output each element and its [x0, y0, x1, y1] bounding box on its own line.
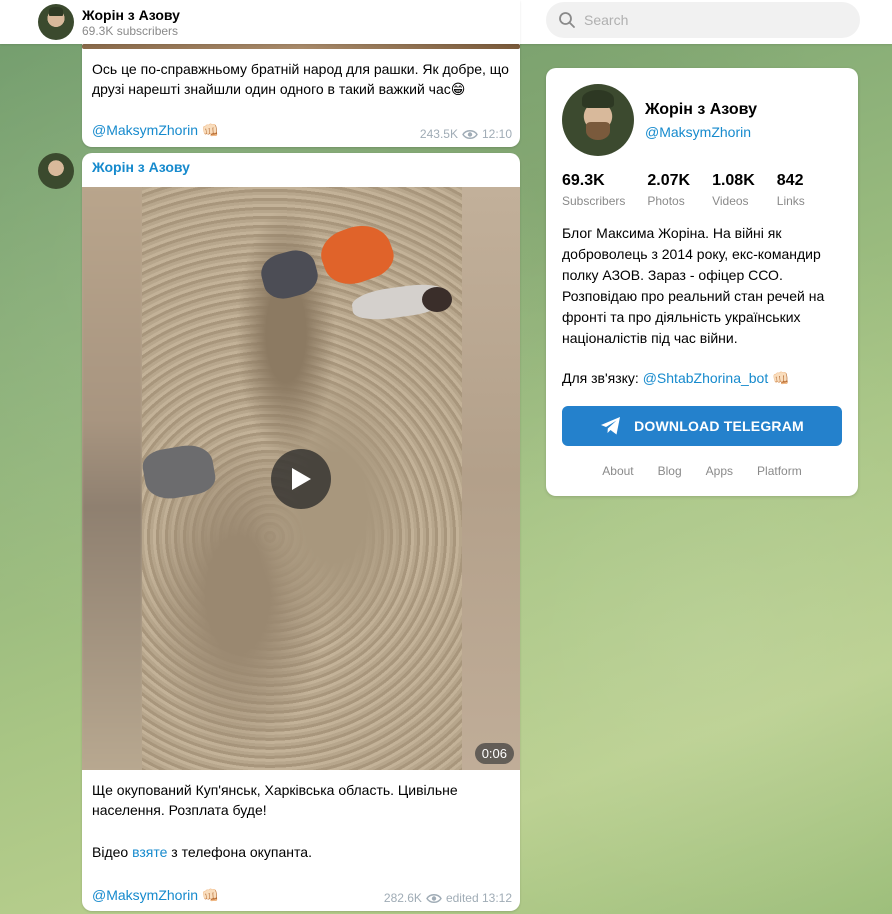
message-2-line-1: Ще окупований Куп'янськ, Харківська обла…: [92, 782, 458, 798]
message-1: Ось це по-справжньому братній народ для …: [82, 30, 520, 147]
footer-link-platform[interactable]: Platform: [757, 464, 802, 478]
message-2-line-3-start: Відео: [92, 844, 133, 860]
author-avatar[interactable]: [38, 153, 74, 189]
message-2-time: edited 13:12: [445, 891, 512, 905]
message-1-line-2: друзі нарешті знайшли один одного в таки…: [92, 81, 466, 97]
video-duration: 0:06: [474, 743, 514, 764]
message-2-meta: 282.6K edited 13:12: [384, 891, 512, 905]
telegram-icon: [601, 417, 621, 435]
description-line: Розповідаю про реальний стан речей на: [562, 288, 825, 304]
channel-description: Блог Максима Жоріна. На війні як доброво…: [562, 223, 846, 349]
message-1-text: Ось це по-справжньому братній народ для …: [82, 59, 519, 99]
video-blur-right: [462, 187, 520, 770]
message-2-views: 282.6K: [383, 891, 422, 905]
footer-link-blog[interactable]: Blog: [658, 464, 682, 478]
avatar-cap: [582, 90, 614, 108]
stat-label: Videos: [712, 194, 749, 208]
stat-value: 1.08K: [712, 172, 755, 189]
video-figure-hair: [422, 287, 452, 312]
contact-line: Для зв'язку: @ShtabZhorina_bot 👊🏻: [562, 370, 790, 387]
stat-value: 842: [776, 172, 804, 189]
message-2-text: Ще окупований Куп'янськ, Харківська обла…: [82, 780, 520, 862]
footer-link-apps[interactable]: Apps: [706, 464, 733, 478]
stat-label: Links: [776, 194, 805, 208]
stat-links[interactable]: 842 Links: [777, 172, 805, 208]
play-icon: [292, 468, 311, 490]
video-source-link[interactable]: взяте: [132, 844, 167, 860]
footer-link-about[interactable]: About: [602, 464, 633, 478]
contact-label: Для зв'язку:: [562, 370, 643, 386]
media-strip: [82, 44, 520, 49]
channel-stats: 69.3K Subscribers 2.07K Photos 1.08K Vid…: [562, 172, 827, 208]
contact-bot-link[interactable]: @ShtabZhorina_bot 👊🏻: [643, 370, 790, 386]
video-figure-orange: [314, 216, 400, 293]
footer-links: About Blog Apps Platform: [546, 464, 858, 478]
message-2-line-3-end: з телефона окупанта.: [167, 844, 312, 860]
search-box[interactable]: [546, 2, 860, 38]
stat-label: Subscribers: [562, 194, 626, 208]
description-line: Блог Максима Жоріна. На війні як: [562, 225, 782, 241]
header-text: Жорін з Азову 69.3K subscribers: [82, 7, 180, 38]
header-subscribers: 69.3K subscribers: [82, 23, 179, 38]
eye-icon: [426, 893, 442, 903]
description-line: полку АЗОВ. Зараз - офіцер ССО.: [562, 267, 783, 283]
stat-value: 2.07K: [647, 172, 691, 189]
message-1-time: 12:10: [481, 127, 512, 141]
channel-header[interactable]: Жорін з Азову 69.3K subscribers: [0, 0, 520, 44]
message-2-signature[interactable]: @MaksymZhorin 👊🏻: [92, 887, 219, 904]
stat-value: 69.3K: [562, 172, 605, 189]
search-input[interactable]: [584, 12, 844, 28]
message-1-meta: 243.5K 12:10: [420, 127, 512, 141]
download-button-label: DOWNLOAD TELEGRAM: [634, 418, 804, 434]
description-line: націоналістів під час війни.: [562, 330, 738, 346]
download-telegram-button[interactable]: DOWNLOAD TELEGRAM: [562, 406, 842, 446]
video-player[interactable]: 0:06: [82, 187, 520, 770]
video-figure-dark: [257, 245, 322, 304]
play-button[interactable]: [271, 449, 331, 509]
stat-label: Photos: [647, 194, 685, 208]
card-avatar: [562, 84, 634, 156]
message-1-views: 243.5K: [419, 127, 458, 141]
video-blur-left: [82, 187, 142, 770]
avatar-beard: [586, 122, 610, 140]
message-2-spacer: [92, 820, 510, 842]
channel-avatar[interactable]: [38, 4, 74, 40]
message-1-line-1: Ось це по-справжньому братній народ для …: [92, 61, 509, 77]
header-title: Жорін з Азову: [82, 6, 180, 23]
description-line: фронті та про діяльність українських: [562, 309, 801, 325]
channel-info-card: Жорін з Азову @MaksymZhorin 69.3K Subscr…: [546, 68, 858, 496]
message-2-line-3: Відео взяте з телефона окупанта.: [92, 842, 510, 862]
card-handle[interactable]: @MaksymZhorin: [645, 124, 751, 140]
stat-subscribers: 69.3K Subscribers: [562, 172, 625, 208]
stat-photos[interactable]: 2.07K Photos: [647, 172, 690, 208]
message-2: Жорін з Азову 0:06 Ще окупований Куп'янс…: [82, 153, 520, 911]
stat-videos[interactable]: 1.08K Videos: [712, 172, 755, 208]
message-2-line-2: населення. Розплата буде!: [92, 802, 267, 818]
message-2-author[interactable]: Жорін з Азову: [92, 159, 190, 175]
eye-icon: [462, 129, 478, 139]
message-1-signature[interactable]: @MaksymZhorin 👊🏻: [92, 122, 219, 139]
card-title: Жорін з Азову: [645, 101, 757, 118]
description-line: доброволець з 2014 року, екс-командир: [562, 246, 821, 262]
search-icon: [559, 12, 575, 28]
